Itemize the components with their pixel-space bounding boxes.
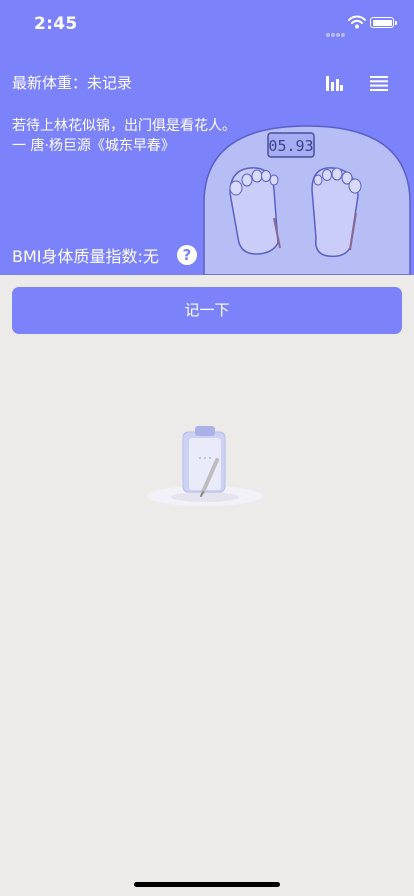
bmi-row: BMI身体质量指数: 无 ? [12,243,197,267]
signal-icon [326,22,346,41]
status-time: 2:45 [34,14,78,34]
record-button[interactable]: 记一下 [12,287,402,334]
home-indicator [134,882,280,887]
scale-reading: 05.93 [268,137,313,155]
wifi-icon [348,15,366,29]
clipboard-empty-icon [147,426,263,506]
latest-weight-value: 未记录 [87,74,133,92]
bar-chart-icon[interactable] [325,75,343,92]
bmi-label: BMI身体质量指数: [12,247,143,266]
question-icon[interactable]: ? [176,245,197,265]
header: 2:45 最新体重：未记录 若待上林花似锦，出门俱是看花人。 一 唐·杨巨源《城… [0,0,414,275]
battery-icon [370,17,397,28]
bmi-value: 无 [142,247,159,266]
latest-weight: 最新体重：未记录 [12,72,132,93]
list-menu-icon[interactable] [370,76,388,91]
latest-weight-label: 最新体重： [12,74,88,92]
bathroom-scale-illustration: 05.93 [203,125,411,275]
